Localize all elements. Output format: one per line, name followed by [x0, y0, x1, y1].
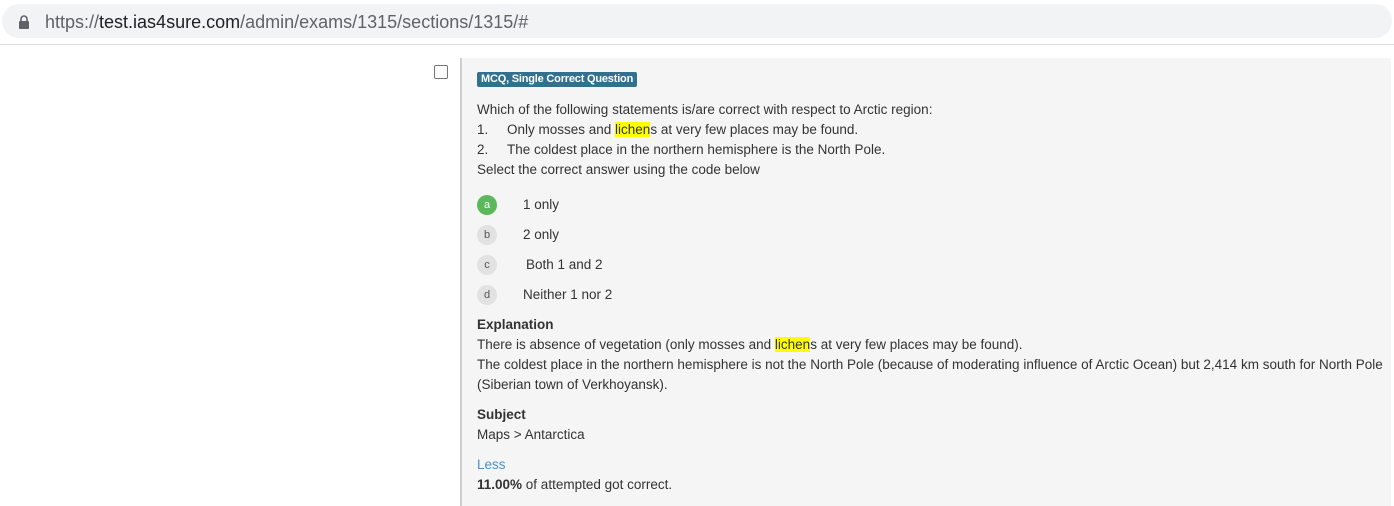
- statement-1: 1. Only mosses and lichens at very few p…: [477, 120, 1387, 140]
- less-link[interactable]: Less: [477, 455, 506, 475]
- option-d[interactable]: d Neither 1 nor 2: [477, 280, 1387, 310]
- url-host: test.ias4sure.com: [99, 12, 241, 32]
- statement-text-part: Only mosses and: [507, 122, 616, 137]
- option-text: Neither 1 nor 2: [523, 287, 613, 302]
- address-bar: https://test.ias4sure.com/admin/exams/13…: [0, 0, 1394, 45]
- option-letter-badge: a: [477, 195, 497, 215]
- question-content: MCQ, Single Correct Question Which of th…: [477, 68, 1387, 495]
- option-c[interactable]: c Both 1 and 2: [477, 250, 1387, 280]
- option-a[interactable]: a 1 only: [477, 190, 1387, 220]
- subject-title: Subject: [477, 407, 526, 422]
- question-type-badge: MCQ, Single Correct Question: [477, 72, 638, 87]
- lock-icon[interactable]: [18, 15, 30, 29]
- url-text[interactable]: https://test.ias4sure.com/admin/exams/13…: [45, 12, 528, 32]
- explanation-text-part: There is absence of vegetation (only mos…: [477, 337, 775, 352]
- option-text: Both 1 and 2: [526, 257, 603, 272]
- statement-number: 2.: [477, 142, 489, 157]
- attempt-stat-text: of attempted got correct.: [522, 477, 673, 492]
- explanation-text-part: s at very few places may be found).: [810, 337, 1023, 352]
- explanation-title: Explanation: [477, 317, 554, 332]
- search-highlight: lichen: [774, 337, 811, 352]
- attempt-stat: 11.00% of attempted got correct.: [477, 475, 1387, 495]
- question-select-checkbox[interactable]: [434, 65, 448, 79]
- option-letter-badge: c: [477, 255, 497, 275]
- question-type-row: MCQ, Single Correct Question: [477, 68, 1387, 88]
- search-highlight: lichen: [615, 122, 651, 137]
- subject-value: Maps > Antarctica: [477, 427, 585, 442]
- option-text: 2 only: [523, 227, 560, 242]
- correct-percent: 11.00%: [477, 477, 523, 492]
- statement-number: 1.: [477, 122, 489, 137]
- question-instruction: Select the correct answer using the code…: [477, 162, 760, 177]
- statement-text: Only mosses and lichens at very few plac…: [507, 120, 858, 140]
- url-scheme: https://: [45, 12, 100, 32]
- question-intro: Which of the following statements is/are…: [477, 102, 933, 117]
- statement-text: The coldest place in the northern hemisp…: [507, 142, 886, 157]
- option-b[interactable]: b 2 only: [477, 220, 1387, 250]
- statement-2: 2. The coldest place in the northern hem…: [477, 140, 1387, 160]
- option-letter-badge: d: [477, 285, 497, 305]
- option-letter-badge: b: [477, 225, 497, 245]
- explanation-line-1: There is absence of vegetation (only mos…: [477, 335, 1387, 355]
- question-card: MCQ, Single Correct Question Which of th…: [460, 58, 1391, 506]
- statement-text-part: s at very few places may be found.: [650, 122, 859, 137]
- options-list: a 1 only b 2 only c Both 1 and 2 d Neith…: [477, 190, 1387, 310]
- question-text: Which of the following statements is/are…: [477, 100, 1387, 180]
- url-path: /admin/exams/1315/sections/1315/#: [240, 12, 529, 32]
- option-text: 1 only: [523, 197, 560, 212]
- subject-section: Subject Maps > Antarctica: [477, 405, 1387, 445]
- url-field[interactable]: https://test.ias4sure.com/admin/exams/13…: [2, 4, 1392, 38]
- explanation-line-2: The coldest place in the northern hemisp…: [477, 357, 1383, 392]
- explanation-section: Explanation There is absence of vegetati…: [477, 315, 1387, 395]
